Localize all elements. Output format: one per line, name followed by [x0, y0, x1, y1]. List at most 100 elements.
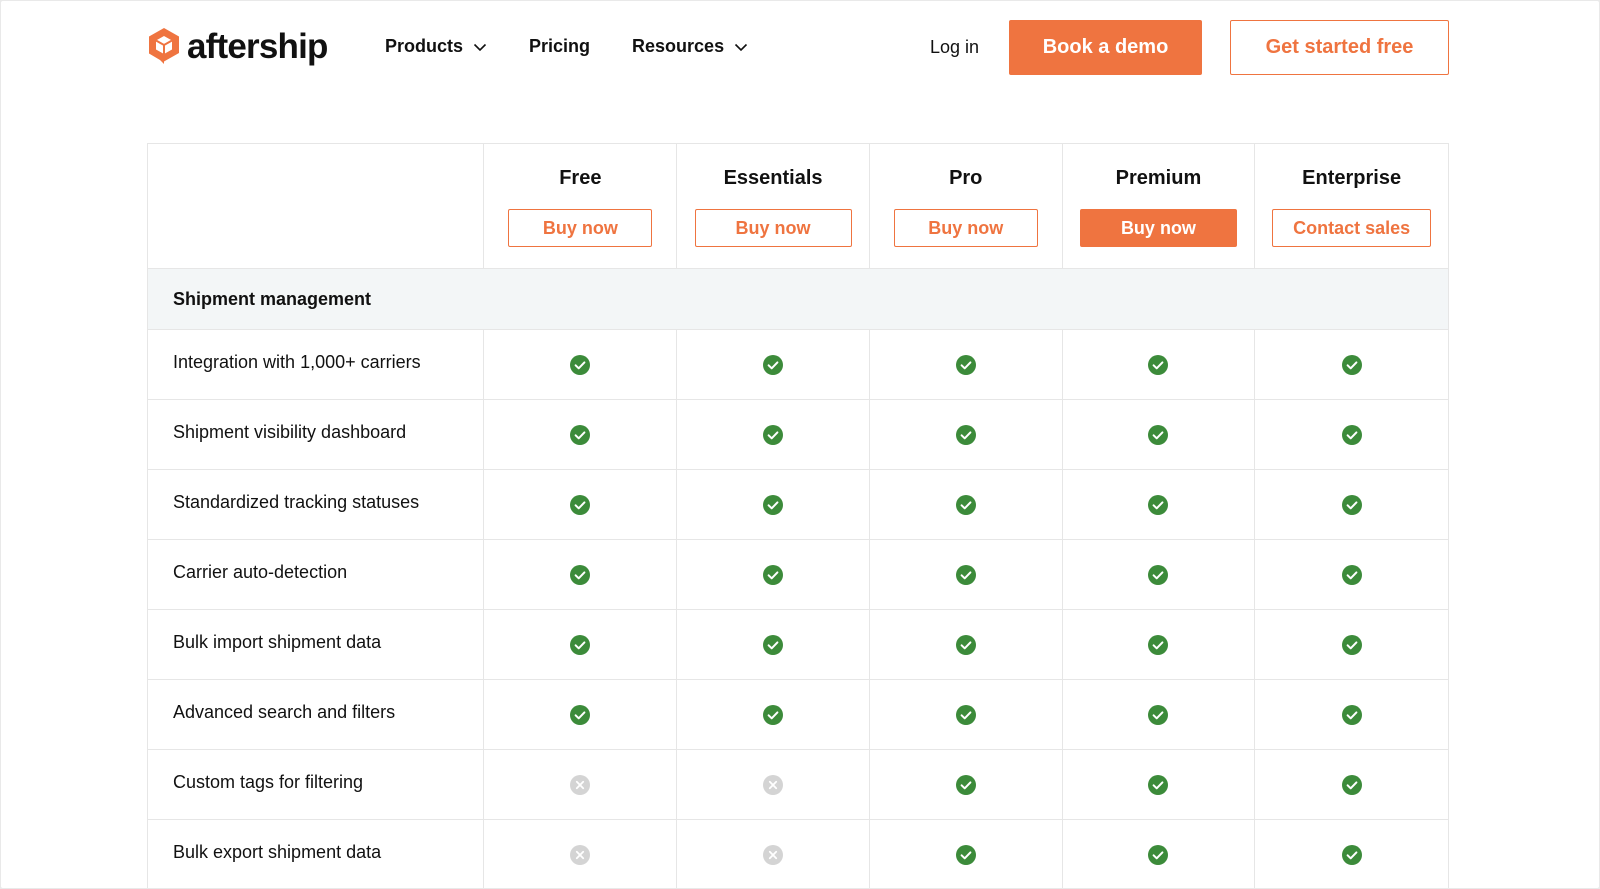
check-circle-icon: [1148, 354, 1169, 375]
cross-circle-icon: [570, 774, 591, 795]
availability-cell: [677, 470, 870, 539]
get-started-button[interactable]: Get started free: [1230, 20, 1449, 75]
availability-cell: [677, 400, 870, 469]
feature-label: Integration with 1,000+ carriers: [173, 352, 421, 372]
table-row: Advanced search and filters: [148, 680, 1448, 750]
availability-cell: [1255, 400, 1448, 469]
check-circle-icon: [570, 494, 591, 515]
check-circle-icon: [1148, 844, 1169, 865]
table-row: Bulk import shipment data: [148, 610, 1448, 680]
check-circle-icon: [1341, 424, 1362, 445]
check-circle-icon: [1341, 354, 1362, 375]
table-row: Standardized tracking statuses: [148, 470, 1448, 540]
contact-sales-button[interactable]: Contact sales: [1272, 209, 1432, 247]
section-header-row: Shipment management: [148, 269, 1448, 330]
availability-cell: [870, 680, 1063, 749]
availability-cell: [677, 330, 870, 399]
availability-cell: [870, 820, 1063, 888]
plan-free: Free Buy now: [484, 144, 678, 268]
availability-cell: [1063, 680, 1256, 749]
availability-cell: [1255, 820, 1448, 888]
plan-premium: Premium Buy now: [1063, 144, 1256, 268]
check-circle-icon: [955, 424, 976, 445]
check-circle-icon: [1341, 634, 1362, 655]
check-circle-icon: [1148, 774, 1169, 795]
nav-products-label: Products: [385, 36, 464, 56]
check-circle-icon: [955, 704, 976, 725]
logo[interactable]: aftership: [147, 27, 328, 65]
buy-now-essentials-button[interactable]: Buy now: [694, 209, 852, 247]
availability-cell: [677, 610, 870, 679]
book-demo-button[interactable]: Book a demo: [1009, 20, 1202, 75]
site-header: aftership Products Pricing Resources Log…: [1, 1, 1599, 101]
nav-resources[interactable]: Resources: [632, 36, 748, 57]
availability-cell: [484, 330, 678, 399]
plan-comparison-table: Free Buy now Essentials Buy now Pro Buy …: [147, 143, 1449, 888]
check-circle-icon: [1341, 774, 1362, 795]
check-circle-icon: [1148, 424, 1169, 445]
availability-cell: [1255, 750, 1448, 819]
availability-cell: [870, 400, 1063, 469]
check-circle-icon: [955, 494, 976, 515]
check-circle-icon: [570, 704, 591, 725]
feature-label: Advanced search and filters: [173, 702, 396, 722]
cross-circle-icon: [763, 774, 784, 795]
plan-pro: Pro Buy now: [870, 144, 1063, 268]
logo-text: aftership: [187, 26, 328, 66]
feature-label: Standardized tracking statuses: [173, 492, 420, 512]
check-circle-icon: [955, 564, 976, 585]
check-circle-icon: [955, 634, 976, 655]
table-row: Custom tags for filtering: [148, 750, 1448, 820]
cross-circle-icon: [763, 844, 784, 865]
check-circle-icon: [763, 564, 784, 585]
availability-cell: [1255, 680, 1448, 749]
check-circle-icon: [763, 704, 784, 725]
feature-label: Shipment visibility dashboard: [173, 422, 407, 442]
availability-cell: [484, 820, 678, 888]
buy-now-premium-button[interactable]: Buy now: [1079, 209, 1237, 247]
chevron-down-icon: [735, 43, 748, 51]
check-circle-icon: [763, 634, 784, 655]
availability-cell: [1063, 750, 1256, 819]
nav-pricing-label: Pricing: [529, 36, 591, 56]
plan-enterprise: Enterprise Contact sales: [1255, 144, 1448, 268]
feature-label: Custom tags for filtering: [173, 772, 364, 792]
check-circle-icon: [1148, 704, 1169, 725]
cross-circle-icon: [570, 844, 591, 865]
availability-cell: [677, 820, 870, 888]
availability-cell: [870, 750, 1063, 819]
section-title: Shipment management: [173, 288, 372, 309]
availability-cell: [1255, 470, 1448, 539]
nav-resources-label: Resources: [632, 36, 725, 56]
nav-products[interactable]: Products: [385, 36, 487, 57]
check-circle-icon: [1341, 564, 1362, 585]
plan-name: Premium: [1115, 167, 1202, 189]
check-circle-icon: [955, 844, 976, 865]
feature-label: Bulk export shipment data: [173, 842, 382, 862]
check-circle-icon: [1148, 564, 1169, 585]
login-link[interactable]: Log in: [930, 37, 979, 58]
plan-name: Enterprise: [1302, 167, 1402, 189]
availability-cell: [484, 610, 678, 679]
check-circle-icon: [1148, 634, 1169, 655]
availability-cell: [870, 330, 1063, 399]
availability-cell: [870, 610, 1063, 679]
table-row: Shipment visibility dashboard: [148, 400, 1448, 470]
availability-cell: [1063, 540, 1256, 609]
availability-cell: [484, 680, 678, 749]
availability-cell: [484, 470, 678, 539]
availability-cell: [1063, 400, 1256, 469]
buy-now-pro-button[interactable]: Buy now: [893, 209, 1038, 247]
nav-pricing[interactable]: Pricing: [529, 36, 590, 57]
availability-cell: [1063, 330, 1256, 399]
availability-cell: [870, 540, 1063, 609]
check-circle-icon: [570, 564, 591, 585]
availability-cell: [1063, 820, 1256, 888]
plan-name: Pro: [949, 167, 983, 189]
check-circle-icon: [570, 354, 591, 375]
buy-now-free-button[interactable]: Buy now: [508, 209, 653, 247]
check-circle-icon: [570, 424, 591, 445]
availability-cell: [1063, 470, 1256, 539]
feature-rows: Integration with 1,000+ carriers Shipment…: [148, 330, 1448, 888]
plan-header-row: Free Buy now Essentials Buy now Pro Buy …: [148, 144, 1448, 269]
